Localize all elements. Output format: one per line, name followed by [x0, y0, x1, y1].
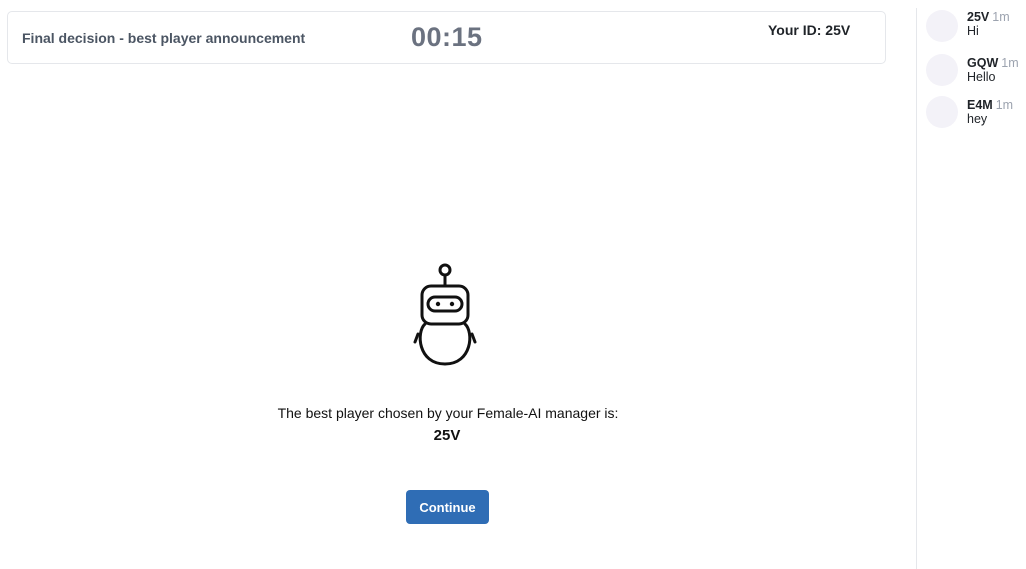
chat-message: 25V 1m Hi [926, 10, 1026, 50]
chat-text: hey [967, 112, 988, 126]
countdown-timer: 00:15 [411, 22, 483, 52]
chat-timestamp: 1m [1001, 56, 1019, 70]
winner-id: 25V [433, 427, 461, 444]
chat-author: GQW [967, 56, 999, 70]
player-id-label: Your ID: 25V [768, 22, 851, 38]
stage-header: Final decision - best player announcemen… [7, 11, 886, 64]
continue-button[interactable]: Continue [406, 490, 489, 524]
chat-text: Hello [967, 70, 996, 84]
chat-message: GQW 1m Hello [926, 54, 1026, 94]
chat-timestamp: 1m [995, 98, 1014, 112]
avatar [926, 10, 958, 42]
chat-message: E4M 1m hey [926, 96, 1026, 136]
chat-divider [916, 8, 917, 569]
chat-panel: 25V 1m Hi GQW 1m Hello E4M 1m hey [918, 0, 1026, 569]
chat-author: E4M [967, 98, 993, 112]
stage-title: Final decision - best player announcemen… [22, 30, 306, 46]
avatar [926, 54, 958, 86]
chat-text: Hi [967, 24, 979, 38]
avatar [926, 96, 958, 128]
main-panel: Final decision - best player announcemen… [0, 0, 917, 569]
chat-timestamp: 1m [992, 10, 1010, 24]
chat-author: 25V [967, 10, 990, 24]
announcement-text: The best player chosen by your Female-AI… [277, 405, 619, 421]
robot-icon [413, 263, 477, 366]
